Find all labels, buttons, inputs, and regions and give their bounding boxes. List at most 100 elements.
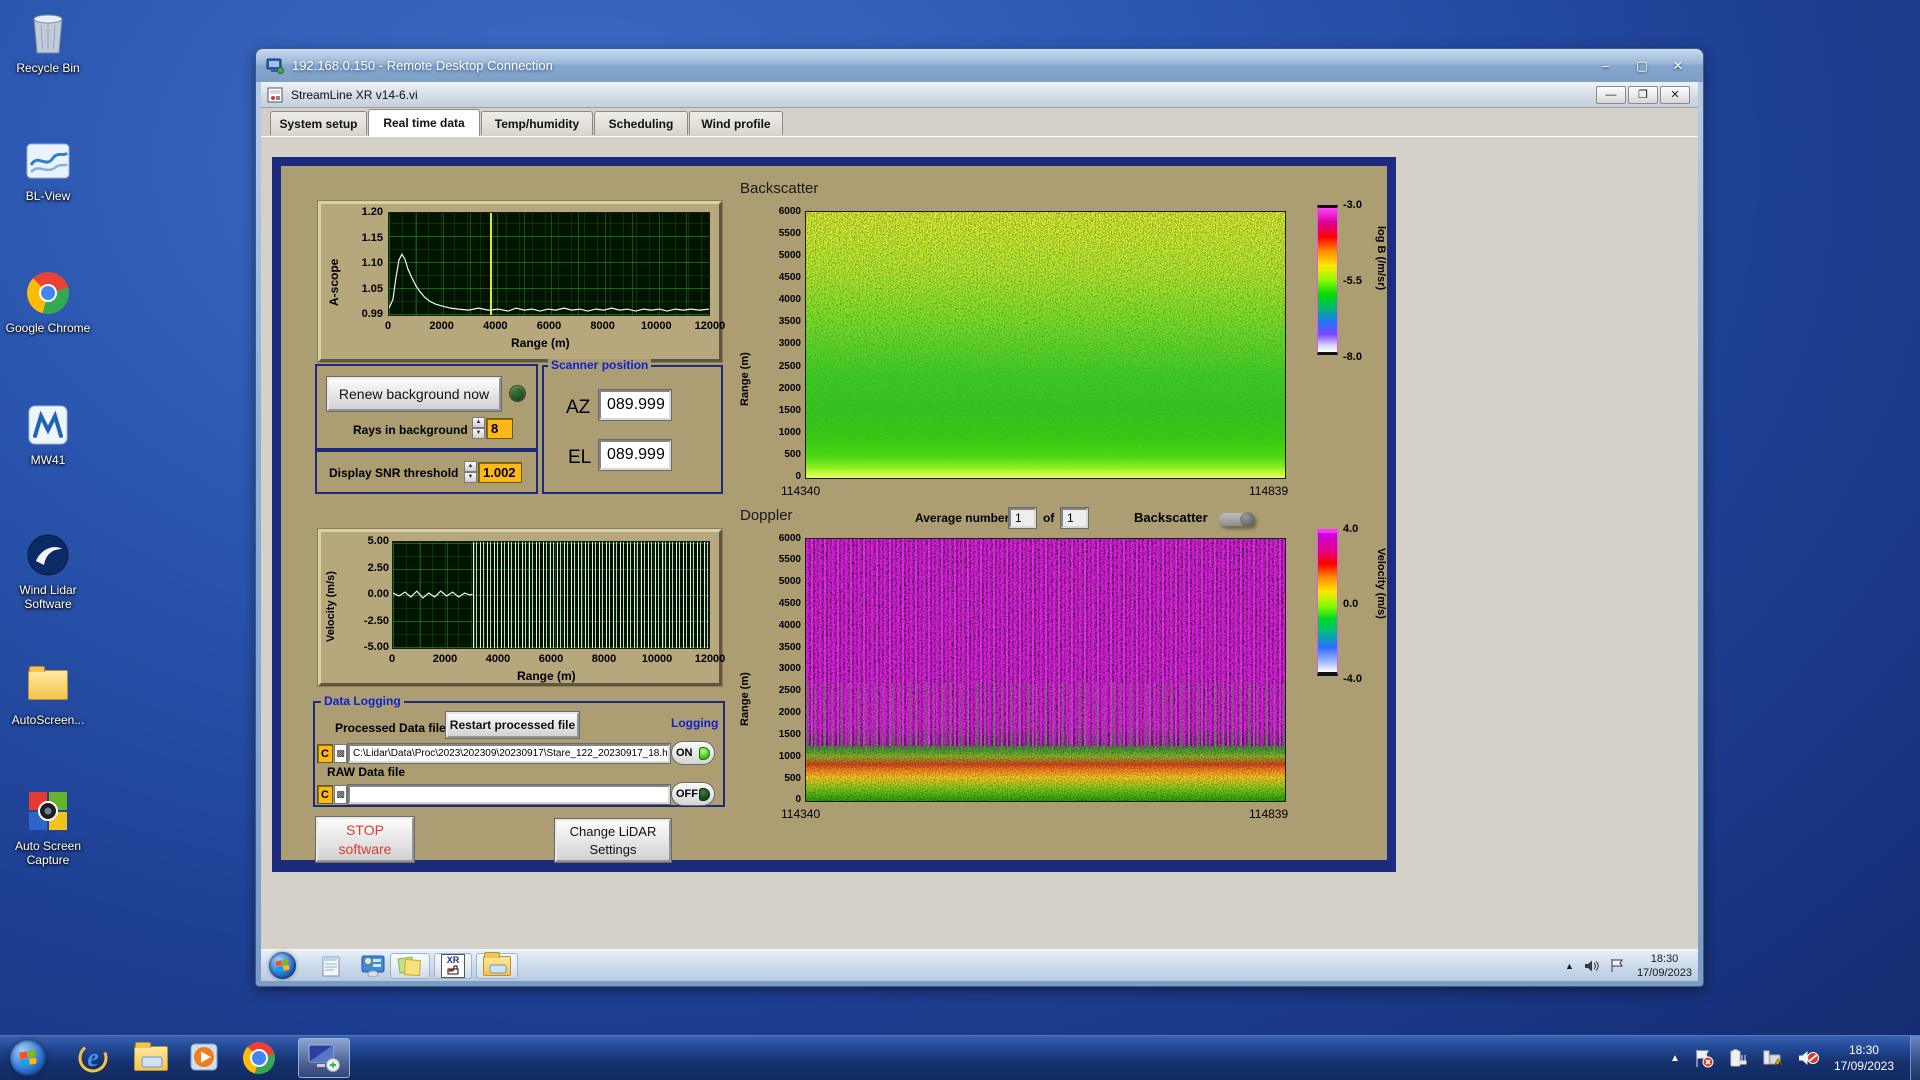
internet-explorer-icon[interactable]: e — [76, 1041, 110, 1075]
backscatter-colorbar — [1317, 205, 1338, 355]
velocity-y-label: Velocity (m/s) — [325, 571, 337, 642]
desktop: Recycle Bin BL-View Google Chrome MW41 W… — [0, 0, 1920, 1080]
app-titlebar[interactable]: StreamLine XR v14-6.vi — ❐ ✕ — [261, 82, 1698, 108]
rdp-titlebar[interactable]: 192.168.0.150 - Remote Desktop Connectio… — [256, 49, 1703, 82]
on-led-icon — [699, 746, 710, 760]
remote-action-center-flag-icon[interactable] — [1610, 958, 1625, 973]
rays-value-field[interactable]: 8 — [486, 418, 513, 439]
data-logging-title: Data Logging — [321, 695, 404, 708]
doppler-heatmap — [805, 538, 1286, 802]
host-start-button[interactable] — [10, 1040, 46, 1076]
el-value-field[interactable]: 089.999 — [599, 440, 671, 470]
media-player-icon[interactable] — [188, 1041, 222, 1075]
desktop-icon-label: AutoScreen... — [11, 713, 85, 727]
app-minimize-button[interactable]: — — [1596, 85, 1626, 104]
velocity-y-axis: 5.00 2.50 0.00 -2.50 -5.00 — [363, 535, 389, 653]
chrome-icon — [25, 270, 71, 316]
remote-volume-icon[interactable] — [1584, 959, 1600, 973]
explorer-taskbar-button[interactable] — [476, 951, 518, 979]
control-panel-icon[interactable] — [360, 953, 386, 979]
doppler-colorbar-ticks: 4.0 0.0 -4.0 — [1343, 523, 1362, 685]
rdp-window-title: 192.168.0.150 - Remote Desktop Connectio… — [292, 58, 553, 73]
rdp-computer-icon — [266, 58, 284, 74]
desktop-icon-mw41[interactable]: MW41 — [2, 402, 94, 467]
recycle-bin-icon — [25, 10, 71, 56]
rdp-taskbar-button[interactable] — [298, 1038, 350, 1078]
windows-flag-icon — [275, 958, 290, 973]
desktop-icon-auto-screen-capture[interactable]: Auto Screen Capture — [2, 788, 94, 867]
raw-logging-off-toggle[interactable]: OFF — [671, 782, 715, 806]
backscatter-x-start: 114340 — [781, 484, 821, 498]
rdp-minimize-button[interactable]: – — [1591, 56, 1621, 75]
velocity-x-label: Range (m) — [517, 669, 576, 683]
svg-text:!: ! — [1778, 1062, 1780, 1068]
processed-path-field[interactable]: C:\Lidar\Data\Proc\2023\202309\20230917\… — [348, 744, 670, 763]
average-total-field[interactable]: 1 — [1061, 508, 1088, 528]
snr-value-field[interactable]: 1.002 — [478, 462, 522, 483]
change-lidar-settings-button[interactable]: Change LiDAR Settings — [555, 819, 671, 862]
auto-screen-capture-icon — [25, 788, 71, 834]
doppler-colorbar-label: Velocity (m/s) — [1375, 548, 1387, 619]
show-desktop-button[interactable] — [1910, 1035, 1920, 1080]
ascope-y-label: A-scope — [327, 258, 341, 306]
tab-temp-humidity[interactable]: Temp/humidity — [481, 111, 593, 135]
tab-real-time-data[interactable]: Real time data — [368, 109, 480, 136]
backscatter-y-label: Range (m) — [739, 352, 751, 406]
browse-file-icon[interactable]: ▩ — [334, 785, 347, 804]
backscatter-y-axis: 6000 5500 5000 4500 4000 3500 3000 2500 2000 1500… — [778, 205, 801, 483]
tab-scheduling[interactable]: Scheduling — [594, 111, 688, 135]
az-label: AZ — [566, 397, 591, 418]
browse-file-icon[interactable]: ▩ — [334, 744, 347, 763]
xr-app-taskbar-button[interactable]: XR — [434, 952, 472, 979]
tab-wind-profile[interactable]: Wind profile — [689, 111, 783, 135]
mw41-icon — [25, 402, 71, 448]
windows-explorer-icon[interactable] — [134, 1041, 168, 1075]
desktop-icon-label: Auto Screen Capture — [14, 839, 82, 867]
remote-start-button[interactable] — [269, 952, 296, 979]
scanner-position-box: Scanner position AZ 089.999 EL 089.999 — [542, 359, 723, 494]
doppler-y-axis: 6000 5500 5000 4500 4000 3500 3000 2500 2000 1500… — [778, 532, 801, 806]
drive-c-icon[interactable]: C — [317, 785, 333, 804]
wind-lidar-icon — [25, 532, 71, 578]
windows-flag-icon — [19, 1049, 37, 1067]
rdp-maximize-button[interactable]: ▢ — [1627, 56, 1657, 75]
chrome-taskbar-icon[interactable] — [242, 1041, 276, 1075]
drive-c-icon[interactable]: C — [317, 744, 333, 763]
rays-stepper[interactable]: ▲ ▼ — [472, 417, 485, 439]
desktop-icon-autoscreen-folder[interactable]: AutoScreen... — [2, 662, 94, 727]
az-value-field[interactable]: 089.999 — [599, 390, 671, 420]
restart-processed-file-button[interactable]: Restart processed file — [446, 712, 579, 738]
doppler-y-label: Range (m) — [739, 672, 751, 726]
host-clock[interactable]: 18:30 17/09/2023 — [1834, 1042, 1894, 1074]
el-label: EL — [568, 447, 592, 468]
desktop-icon-recycle-bin[interactable]: Recycle Bin — [2, 10, 94, 75]
network-error-flag-icon[interactable] — [1694, 1049, 1714, 1068]
desktop-icon-label: BL-View — [25, 189, 71, 203]
rdp-close-button[interactable]: ✕ — [1663, 56, 1693, 75]
desktop-icon-google-chrome[interactable]: Google Chrome — [2, 270, 94, 335]
stop-software-button[interactable]: STOP software — [316, 817, 414, 862]
remote-tray-expand-icon[interactable]: ▲ — [1565, 961, 1574, 971]
raw-data-file-label: RAW Data file — [327, 765, 406, 779]
backscatter-toggle[interactable] — [1219, 512, 1255, 527]
volume-muted-icon[interactable] — [1798, 1049, 1820, 1068]
power-plug-icon[interactable] — [1728, 1049, 1748, 1068]
svg-text:e: e — [87, 1043, 99, 1072]
backup-warning-icon[interactable]: ! — [1762, 1049, 1784, 1068]
snr-stepper[interactable]: ▲ ▼ — [464, 461, 477, 483]
desktop-icon-bl-view[interactable]: BL-View — [2, 138, 94, 203]
notepad-icon[interactable] — [318, 953, 344, 979]
average-number-field[interactable]: 1 — [1009, 508, 1036, 528]
renew-background-button[interactable]: Renew background now — [327, 377, 501, 411]
remote-taskbar: XR ▲ 18:30 17/09/2023 — [261, 949, 1698, 981]
app-close-button[interactable]: ✕ — [1660, 85, 1690, 104]
host-tray-expand-icon[interactable]: ▲ — [1670, 1053, 1680, 1064]
backscatter-colorbar-label: log B (/m/sr) — [1375, 226, 1387, 291]
tab-system-setup[interactable]: System setup — [270, 111, 367, 135]
desktop-icon-wind-lidar[interactable]: Wind Lidar Software — [2, 532, 94, 611]
raw-path-field[interactable] — [348, 785, 670, 804]
remote-clock[interactable]: 18:30 17/09/2023 — [1637, 952, 1692, 980]
app-restore-button[interactable]: ❐ — [1628, 85, 1658, 104]
processed-logging-on-toggle[interactable]: ON — [671, 741, 715, 765]
sticky-notes-taskbar-button[interactable] — [390, 952, 430, 979]
